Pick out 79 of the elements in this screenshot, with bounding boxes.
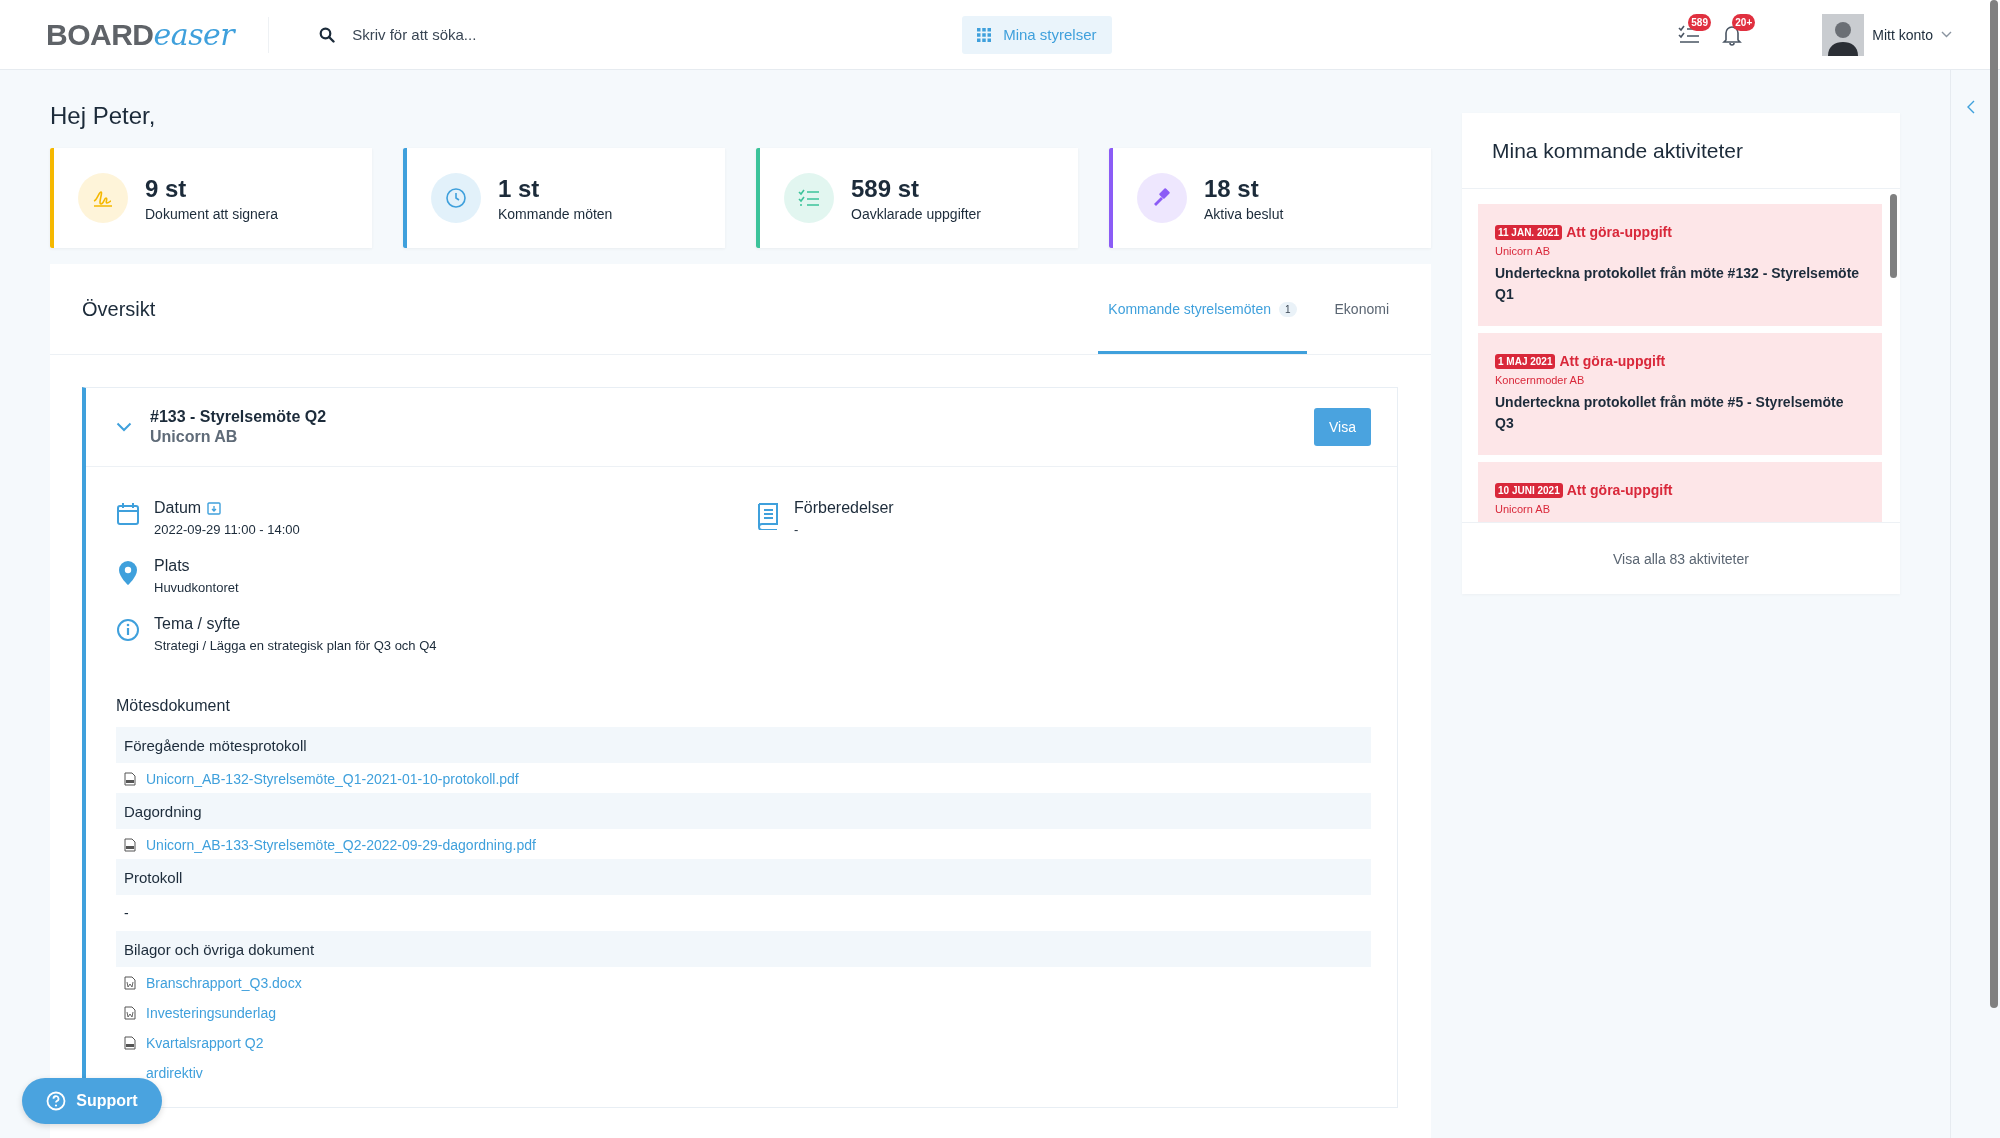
calendar-download-icon[interactable] [207,501,222,515]
view-button[interactable]: Visa [1314,408,1371,446]
activity-type: Att göra-uppgift [1566,224,1672,240]
help-icon [46,1091,67,1111]
avatar[interactable] [1822,13,1865,56]
stat-value: 589 st [851,174,921,204]
pdf-file-icon [124,1035,136,1050]
chevron-left-icon[interactable] [1966,100,1975,114]
stat-value: 18 st [1204,174,1260,204]
word-file-icon [124,975,136,990]
chevron-icon[interactable] [116,422,132,432]
meeting-title: #133 - Styrelsemöte Q2 [150,408,327,426]
company-name: Unicorn AB [1495,245,1552,257]
search-field[interactable]: Skriv för att söka... [350,25,755,44]
company-name: Unicorn AB [150,428,239,446]
chevron-down-icon [1941,31,1952,38]
book-icon [756,502,780,530]
company-name: Unicorn AB [1495,503,1552,515]
date-badge: 10 JUNI 2021 [1495,482,1563,498]
document-link[interactable]: Branschrapport_Q3.docx [146,974,302,991]
search-icon [319,26,336,43]
stat-value: 1 st [498,174,541,204]
activity-type: Att göra-uppgift [1566,482,1673,498]
activity-item[interactable]: 11 JAN. 2021 Att göra-uppgift Unicorn AB Underteckna protokollet från möte #132 - Styrelsemöte Q1 [1478,204,1882,326]
document-link[interactable]: Kvartalsrapport Q2 [146,1034,264,1051]
document-link[interactable]: Investeringsunderlag [146,1004,276,1021]
show-all-link[interactable]: Visa alla 83 aktiviteter [1462,523,1900,594]
word-file-icon [124,1005,136,1020]
section-title: Mötesdokument [116,697,231,715]
activity-item[interactable]: 10 JUNI 2021 Att göra-uppgift Unicorn AB [1478,462,1882,522]
panel-title: Mina kommande aktiviteter [1462,113,1900,189]
detail-label: Datum [154,499,202,517]
detail-label: Plats [154,557,190,575]
logo[interactable]: BOARDeaser [46,16,270,53]
stat-value: 9 st [145,174,188,204]
activity-text: Underteckna protokollet från möte #132 - Styrelsemöte Q1 [1495,264,1861,304]
detail-label: Förberedelser [794,499,894,517]
document-link[interactable]: Unicorn_AB-133-Styrelsemöte_Q2-2022-09-29-dagordning.pdf [146,836,536,853]
detail-label: Tema / syfte [154,615,241,633]
detail-value: Strategi / Lägga en strategisk plan för Q3 och Q4 [154,638,437,653]
tab[interactable]: Ekonomi [1324,264,1399,354]
document-link[interactable]: Unicorn_AB-132-Styrelsemöte_Q1-2021-01-10-protokoll.pdf [146,770,519,787]
pdf-file-icon [124,837,136,852]
section-header: Protokoll [116,859,1371,895]
panel-title: Översikt [82,297,156,321]
empty-note: - [123,904,130,923]
scrollbar-thumb[interactable] [1890,194,1897,278]
date-badge: 11 JAN. 2021 [1495,224,1563,240]
company-name: Koncernmoder AB [1495,374,1586,386]
pdf-file-icon [124,771,136,786]
greeting: Hej Peter, [50,102,157,130]
stat-label: Aktiva beslut [1204,206,1284,222]
support-button[interactable]: Support [22,1078,162,1124]
checklist-icon [798,188,820,208]
stat-label: Oavklarade uppgifter [851,206,981,222]
account-menu[interactable]: Mitt konto [1872,26,1933,43]
date-badge: 1 MAJ 2021 [1495,353,1556,369]
activity-item[interactable]: 1 MAJ 2021 Att göra-uppgift Koncernmoder AB Underteckna protokollet från möte #5 - Styrelsemöte Q3 [1478,333,1882,455]
section-header: Föregående mötesprotokoll [116,727,1371,763]
section-header: Bilagor och övriga dokument [116,931,1371,967]
activity-text: Underteckna protokollet från möte #5 - Styrelsemöte Q3 [1495,393,1845,433]
section-header: Dagordning [116,793,1371,829]
boards-button[interactable]: Mina styrelser [962,15,1112,54]
tab[interactable]: Kommande styrelsemöten 1 [1098,264,1307,354]
activity-type: Att göra-uppgift [1559,353,1666,369]
scrollbar-thumb[interactable] [1990,0,1999,1008]
count-badge: 20+ [1732,13,1756,31]
document-link[interactable]: ardirektiv [146,1064,203,1081]
detail-value: Huvudkontoret [154,580,239,595]
stat-label: Dokument att signera [145,206,279,222]
clock-icon [445,187,467,209]
detail-value: 2022-09-29 11:00 - 14:00 [154,522,300,537]
grid-icon [977,27,992,42]
detail-value: - [794,522,800,537]
count-badge: 589 [1688,13,1711,31]
info-icon [116,618,140,642]
calendar-icon [116,502,140,526]
stat-label: Kommande möten [498,206,613,222]
location-pin-icon [116,560,140,586]
